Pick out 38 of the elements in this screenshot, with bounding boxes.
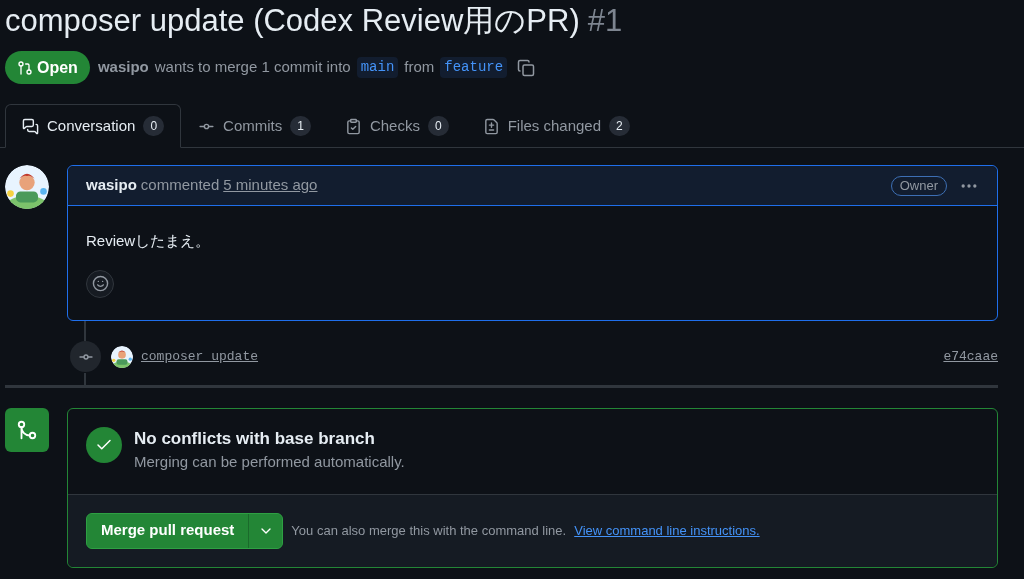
merge-icon — [5, 407, 49, 452]
comment-body: Reviewしたまえ。 — [86, 231, 212, 251]
file-diff-icon — [482, 117, 500, 135]
timestamp-link[interactable]: 5 minutes ago — [223, 174, 318, 197]
count-badge: 1 — [290, 116, 311, 136]
merge-hint: You can also merge this with the command line. — [291, 521, 567, 540]
author-link[interactable]: wasipo — [97, 56, 149, 79]
head-branch[interactable]: feature — [440, 57, 508, 78]
check-icon — [86, 426, 122, 463]
instructions-link[interactable]: View command line instructions. — [574, 520, 760, 541]
smiley-icon — [91, 275, 109, 292]
status-badge: Open — [5, 51, 90, 84]
commit-sha-link[interactable]: e74caae — [943, 346, 998, 367]
count-badge: 0 — [427, 116, 449, 136]
reaction-button[interactable] — [86, 269, 114, 298]
from-text: from — [404, 57, 435, 78]
pull-request-icon — [17, 59, 33, 76]
tab[interactable]: Files changed 2 — [465, 104, 647, 148]
avatar — [111, 345, 133, 368]
chat-icon — [22, 117, 39, 135]
count-badge: 0 — [143, 116, 165, 136]
commit-node-icon — [70, 341, 101, 372]
commit-message-link[interactable]: composer update — [141, 346, 259, 367]
copy-icon[interactable] — [517, 58, 536, 77]
pr-title: composer update (Codex Review用のPR) — [5, 2, 580, 40]
status-text: wants to merge 1 commit into — [154, 57, 351, 78]
merge-status-subtitle: Merging can be performed automatically. — [134, 451, 405, 472]
tab[interactable]: Commits 1 — [181, 104, 328, 148]
comment-author[interactable]: wasipo — [86, 174, 137, 197]
merge-status-title: No conflicts with base branch — [134, 427, 376, 450]
base-branch[interactable]: main — [356, 57, 399, 78]
count-badge: 2 — [609, 116, 630, 136]
checklist-icon — [344, 117, 362, 135]
avatar — [5, 165, 49, 209]
tab[interactable]: Conversation 0 — [5, 104, 182, 148]
comment-action: commented — [140, 175, 220, 196]
pr-number: #1 — [587, 2, 623, 40]
tab[interactable]: Checks 0 — [327, 104, 466, 148]
